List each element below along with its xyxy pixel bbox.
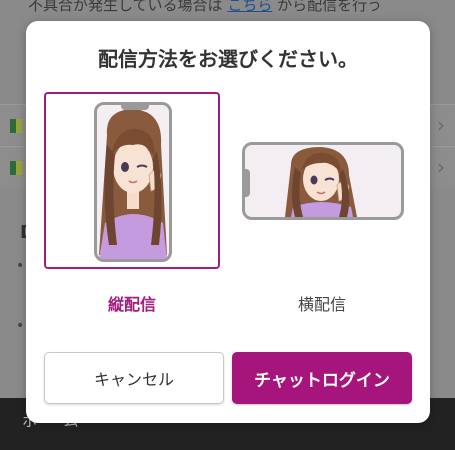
portrait-option[interactable] bbox=[44, 92, 220, 269]
portrait-option-label: 縦配信 bbox=[107, 295, 156, 314]
beginner-mark-icon bbox=[10, 161, 22, 175]
chevron-right-icon: › bbox=[437, 155, 445, 179]
landscape-phone-icon bbox=[242, 142, 404, 220]
character-illustration bbox=[285, 147, 357, 217]
chat-login-button[interactable]: チャットログイン bbox=[232, 352, 412, 404]
cancel-button[interactable]: キャンセル bbox=[44, 352, 224, 404]
background-notice-rest: から配信を行う bbox=[277, 0, 383, 14]
character-illustration bbox=[99, 109, 167, 259]
beginner-mark-icon bbox=[10, 119, 22, 133]
modal-title: 配信方法をお選びください。 bbox=[98, 47, 358, 71]
phone-notch bbox=[121, 105, 149, 110]
background-notice-text: 不具合が発生している場合は bbox=[28, 0, 223, 14]
portrait-phone-icon bbox=[94, 102, 172, 262]
landscape-option-label: 横配信 bbox=[297, 295, 346, 314]
background-bullet: • bbox=[16, 318, 25, 334]
background-bullet: • bbox=[16, 258, 25, 274]
background-notice-link: こちら bbox=[227, 0, 273, 14]
landscape-option[interactable] bbox=[234, 92, 410, 269]
chevron-right-icon: › bbox=[437, 113, 445, 137]
broadcast-method-modal: 配信方法をお選びください。 縦配信 横配信 キャンセル チャットログイン bbox=[26, 21, 430, 423]
phone-notch bbox=[245, 169, 250, 197]
background-notice: 不具合が発生している場合は こちら から配信を行う bbox=[28, 0, 382, 15]
